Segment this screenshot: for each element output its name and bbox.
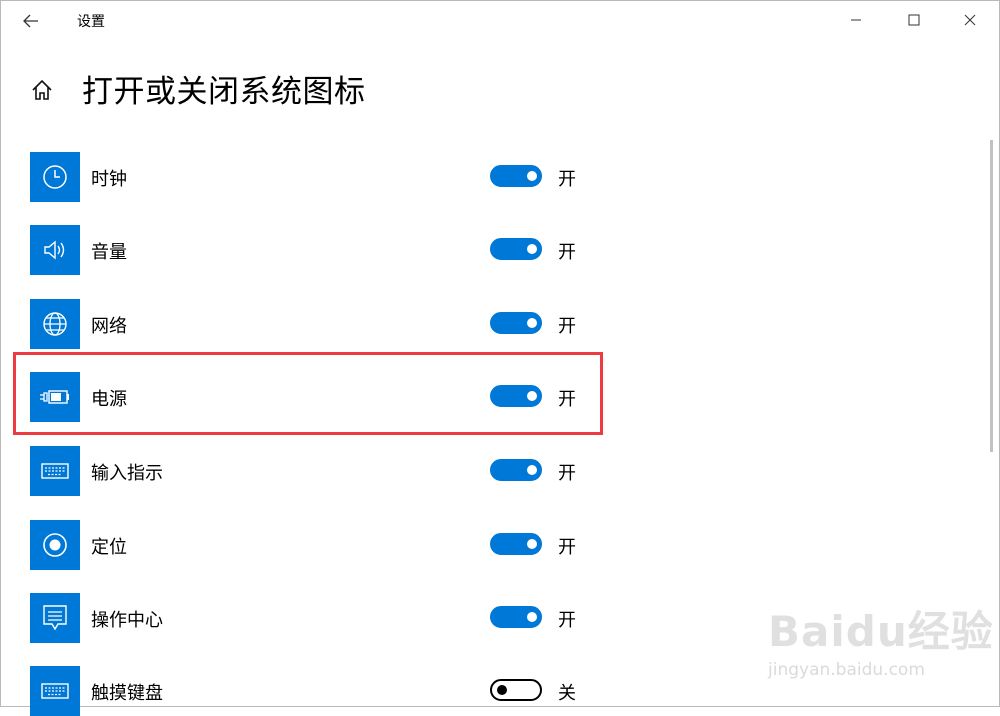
toggle-switch[interactable] [490, 533, 542, 555]
location-icon [30, 520, 80, 570]
list-item-input-indicator: 输入指示 开 [30, 446, 610, 496]
close-icon [964, 14, 976, 26]
item-label: 时钟 [91, 169, 127, 190]
toggle-switch[interactable] [490, 679, 542, 701]
list-item-touch-keyboard: 触摸键盘 关 [30, 666, 610, 716]
toggle-state: 开 [558, 169, 576, 190]
highlight-box [13, 352, 603, 435]
scrollbar[interactable] [990, 140, 993, 452]
toggle-state: 开 [558, 610, 576, 631]
watermark: Baidu经验 jingyan.baidu.com [760, 598, 993, 688]
toggle-state: 开 [558, 316, 576, 337]
watermark-logo: Baidu经验 [768, 607, 994, 656]
volume-icon [30, 225, 80, 275]
maximize-icon [908, 14, 920, 26]
minimize-icon [851, 19, 861, 21]
maximize-button[interactable] [891, 4, 937, 36]
list-item-location: 定位 开 [30, 520, 610, 570]
item-label: 输入指示 [91, 463, 163, 484]
home-icon[interactable] [28, 76, 56, 104]
list-item-volume: 音量 开 [30, 225, 610, 275]
list-item-network: 网络 开 [30, 299, 610, 349]
toggle-switch[interactable] [490, 165, 542, 187]
toggle-state: 开 [558, 463, 576, 484]
item-label: 网络 [91, 316, 127, 337]
keyboard-icon [30, 446, 80, 496]
toggle-state: 开 [558, 242, 576, 263]
toggle-state: 关 [558, 683, 576, 704]
globe-icon [30, 299, 80, 349]
toggle-switch[interactable] [490, 238, 542, 260]
clock-icon [30, 152, 80, 202]
page-title: 打开或关闭系统图标 [82, 74, 366, 110]
close-button[interactable] [947, 4, 993, 36]
item-label: 触摸键盘 [91, 683, 163, 704]
item-label: 操作中心 [91, 610, 163, 631]
toggle-state: 开 [558, 537, 576, 558]
toggle-switch[interactable] [490, 312, 542, 334]
list-item-clock: 时钟 开 [30, 152, 610, 202]
keyboard-icon [30, 666, 80, 716]
back-arrow-icon[interactable] [17, 6, 47, 36]
app-title: 设置 [77, 14, 105, 30]
action-center-icon [30, 593, 80, 643]
watermark-url: jingyan.baidu.com [768, 660, 925, 680]
toggle-switch[interactable] [490, 606, 542, 628]
item-label: 音量 [91, 242, 127, 263]
list-item-action-center: 操作中心 开 [30, 593, 610, 643]
item-label: 定位 [91, 537, 127, 558]
toggle-switch[interactable] [490, 459, 542, 481]
minimize-button[interactable] [833, 4, 879, 36]
